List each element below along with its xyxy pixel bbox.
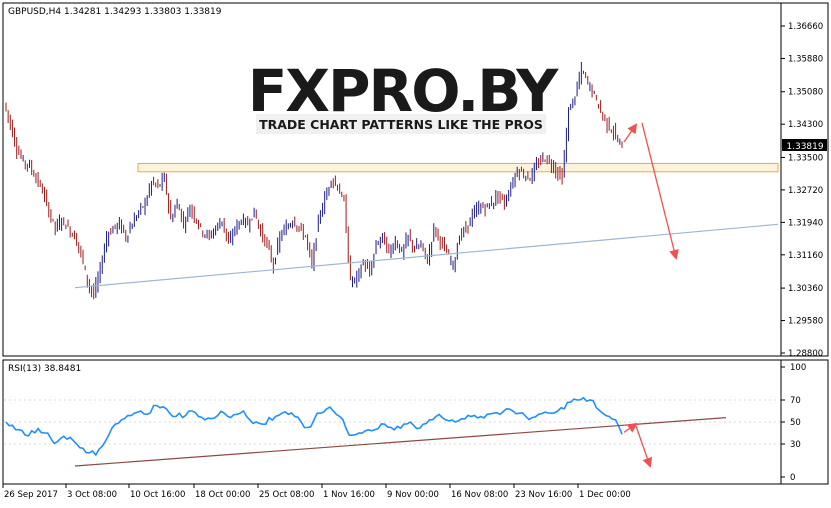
- price-tick-label: 1.34300: [788, 120, 823, 130]
- price-panel: 1.36660 1.35880 1.35080 1.34300 1.33500 1.327…: [2, 2, 829, 359]
- price-tick-label: 1.35080: [788, 88, 823, 98]
- rsi-tick-label: 100: [790, 363, 806, 373]
- time-axis: 26 Sep 2017 3 Oct 08:00 10 Oct 16:00 18 Oct…: [2, 484, 631, 500]
- chart-canvas: 1.36660 1.35880 1.35080 1.34300 1.33500 1.327…: [2, 2, 829, 500]
- time-tick-label: 9 Nov 00:00: [387, 490, 439, 500]
- rsi-tick-label: 50: [790, 418, 801, 428]
- price-tick-label: 1.35880: [788, 54, 823, 64]
- rsi-tick-label: 70: [790, 396, 801, 406]
- logo-tagline: TRADE CHART PATTERNS LIKE THE PROS: [259, 117, 543, 132]
- chart-window: 1.36660 1.35880 1.35080 1.34300 1.33500 1.327…: [0, 0, 831, 504]
- last-price-label: 1.33819: [786, 142, 823, 152]
- price-tick-label: 1.31160: [788, 251, 823, 261]
- time-tick-label: 26 Sep 2017: [4, 490, 58, 500]
- price-tick-label: 1.30360: [788, 284, 823, 294]
- time-tick-label: 1 Nov 16:00: [323, 490, 375, 500]
- price-tick-label: 1.29580: [788, 317, 823, 327]
- time-tick-label: 18 Oct 00:00: [195, 490, 250, 500]
- time-tick-label: 25 Oct 08:00: [259, 490, 314, 500]
- time-tick-label: 1 Dec 00:00: [579, 490, 631, 500]
- price-tick-label: 1.36660: [788, 22, 823, 32]
- time-tick-label: 23 Nov 16:00: [515, 490, 572, 500]
- time-tick-label: 16 Nov 08:00: [451, 490, 508, 500]
- rsi-tick-label: 0: [790, 473, 795, 483]
- price-tick-label: 1.31940: [788, 218, 823, 228]
- fxpro-logo: FXPRO.BY TRADE CHART PATTERNS LIKE THE P…: [248, 57, 561, 134]
- symbol-header: GBPUSD,H4 1.34281 1.34293 1.33803 1.3381…: [8, 7, 222, 17]
- rsi-tick-label: 30: [790, 440, 801, 450]
- rsi-header: RSI(13) 38.8481: [8, 364, 81, 374]
- price-tick-label: 1.28800: [788, 349, 823, 359]
- time-tick-label: 3 Oct 08:00: [67, 490, 117, 500]
- price-tick-label: 1.32720: [788, 186, 823, 196]
- rsi-panel: 100 70 50 30 0 RSI(13) 38.8481: [2, 359, 829, 485]
- time-tick-label: 10 Oct 16:00: [130, 490, 185, 500]
- support-zone: [137, 162, 779, 173]
- price-tick-label: 1.33500: [788, 153, 823, 163]
